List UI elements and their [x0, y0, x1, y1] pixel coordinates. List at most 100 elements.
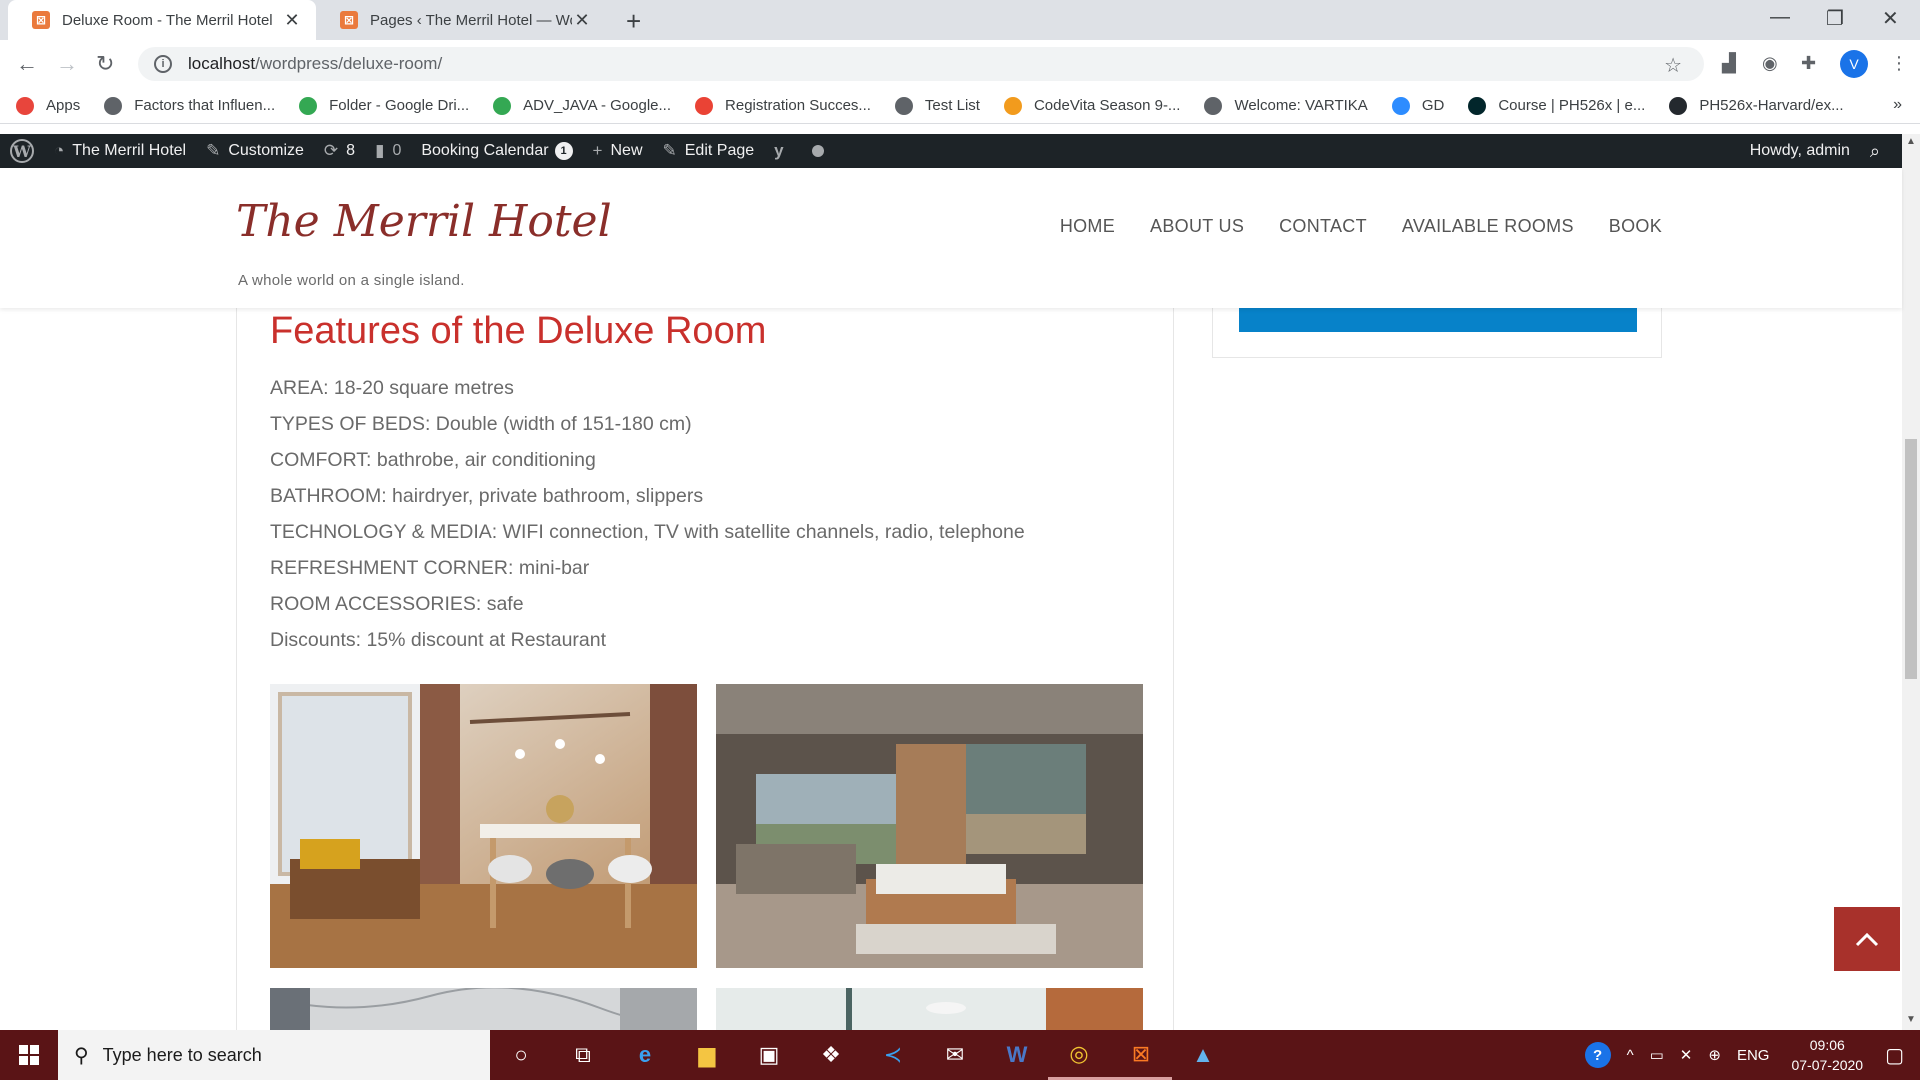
- feature-discounts: Discounts: 15% discount at Restaurant: [270, 629, 607, 651]
- widget-submit-button[interactable]: [1239, 308, 1637, 332]
- bookmark-item[interactable]: Folder - Google Dri...: [299, 96, 469, 115]
- address-bar[interactable]: i localhost/wordpress/deluxe-room/ ☆: [138, 47, 1704, 81]
- forward-arrow-icon[interactable]: →: [56, 51, 78, 77]
- comment-icon: ▮: [375, 141, 385, 160]
- dining-room-image[interactable]: [270, 684, 697, 968]
- wordpress-logo-icon[interactable]: W: [0, 134, 44, 168]
- nav-available-rooms[interactable]: AVAILABLE ROOMS: [1402, 216, 1574, 237]
- bookmark-label: GD: [1421, 97, 1445, 114]
- url-path: /wordpress/deluxe-room/: [255, 54, 443, 73]
- volume-muted-icon[interactable]: ✕: [1680, 1046, 1693, 1064]
- glass-room-image[interactable]: [716, 988, 1143, 1030]
- bookmark-item[interactable]: Apps: [16, 96, 80, 115]
- bookmark-item[interactable]: Course | PH526x | e...: [1468, 96, 1645, 115]
- chrome-icon[interactable]: ◎: [1048, 1030, 1110, 1080]
- nav-book[interactable]: BOOK: [1609, 216, 1662, 237]
- bedroom-image[interactable]: [716, 684, 1143, 968]
- network-globe-icon[interactable]: ⊕: [1708, 1046, 1721, 1064]
- apps-grid-icon: [16, 96, 34, 115]
- admin-booking-calendar[interactable]: Booking Calendar 1: [411, 134, 582, 168]
- bookmark-label: ADV_JAVA - Google...: [523, 97, 672, 114]
- url-host: localhost: [188, 54, 256, 73]
- clock[interactable]: 09:06 07-07-2020: [1791, 1035, 1863, 1075]
- bookmark-item[interactable]: Welcome: VARTIKA: [1204, 96, 1368, 115]
- admin-search-icon[interactable]: ⌕: [1860, 134, 1890, 168]
- mail-icon[interactable]: ✉: [924, 1030, 986, 1080]
- admin-comments[interactable]: ▮ 0: [365, 134, 411, 168]
- new-tab-button[interactable]: +: [626, 6, 641, 37]
- bookmark-label: Factors that Influen...: [134, 97, 276, 114]
- feature-bathroom: BATHROOM: hairdryer, private bathroom, s…: [270, 485, 704, 507]
- language-indicator[interactable]: ENG: [1737, 1047, 1770, 1064]
- profile-avatar[interactable]: V: [1840, 50, 1868, 78]
- edge-icon[interactable]: e: [614, 1030, 676, 1080]
- feature-technology: TECHNOLOGY & MEDIA: WIFI connection, TV …: [270, 521, 1025, 543]
- store-icon[interactable]: ▣: [738, 1030, 800, 1080]
- cortana-icon[interactable]: ○: [490, 1030, 552, 1080]
- taskbar-search-box[interactable]: ⚲ Type here to search: [58, 1030, 490, 1080]
- word-icon[interactable]: W: [986, 1030, 1048, 1080]
- site-header: The Merril Hotel A whole world on a sing…: [0, 168, 1902, 308]
- windows-start-icon[interactable]: [0, 1030, 58, 1080]
- bookmarks-overflow-icon[interactable]: »: [1893, 96, 1902, 114]
- edx-icon: [1468, 96, 1487, 115]
- xampp-favicon-icon: ⊠: [340, 11, 358, 29]
- nav-about-us[interactable]: ABOUT US: [1150, 216, 1244, 237]
- admin-new[interactable]: + New: [583, 134, 653, 168]
- back-arrow-icon[interactable]: ←: [16, 51, 38, 77]
- page-scrollbar[interactable]: ▲ ▼: [1902, 134, 1920, 1030]
- file-explorer-icon[interactable]: ▆: [676, 1030, 738, 1080]
- bookmark-item[interactable]: Factors that Influen...: [104, 96, 276, 115]
- analytics-extension-icon[interactable]: ▟: [1722, 53, 1736, 74]
- battery-icon[interactable]: ▭: [1650, 1046, 1664, 1064]
- site-title[interactable]: The Merril Hotel: [236, 196, 612, 247]
- tab-deluxe-room[interactable]: ⊠ Deluxe Room - The Merril Hotel ✕: [8, 0, 316, 40]
- admin-site-name[interactable]: ◔ The Merril Hotel: [44, 134, 196, 168]
- minimize-icon[interactable]: —: [1770, 6, 1790, 29]
- nav-contact[interactable]: CONTACT: [1279, 216, 1367, 237]
- tab-close-icon[interactable]: ✕: [572, 10, 592, 31]
- site-info-icon[interactable]: i: [154, 55, 172, 73]
- yoast-seo-icon[interactable]: y: [764, 134, 801, 168]
- xampp-icon[interactable]: ⊠: [1110, 1030, 1172, 1080]
- browser-tab-strip: ⊠ Deluxe Room - The Merril Hotel ✕ ⊠ Pag…: [0, 0, 1920, 40]
- bookmark-item[interactable]: ADV_JAVA - Google...: [493, 96, 672, 115]
- puzzle-extensions-icon[interactable]: ✚: [1801, 53, 1816, 74]
- admin-customize[interactable]: ✎ Customize: [196, 134, 314, 168]
- bookmark-item[interactable]: PH526x-Harvard/ex...: [1669, 96, 1844, 115]
- tab-pages[interactable]: ⊠ Pages ‹ The Merril Hotel — Word ✕: [316, 0, 606, 40]
- bookmark-item[interactable]: CodeVita Season 9-...: [1003, 96, 1180, 115]
- seo-status-dot-icon[interactable]: [802, 134, 834, 168]
- bookmark-item[interactable]: Registration Succes...: [695, 96, 871, 115]
- admin-howdy[interactable]: Howdy, admin: [1740, 134, 1860, 168]
- tab-close-icon[interactable]: ✕: [282, 10, 302, 31]
- reload-icon[interactable]: ↻: [96, 51, 114, 77]
- scroll-down-arrow-icon[interactable]: ▼: [1906, 1014, 1916, 1025]
- dropbox-icon[interactable]: ❖: [800, 1030, 862, 1080]
- admin-updates[interactable]: ⟳ 8: [314, 134, 365, 168]
- vscode-icon[interactable]: ≺: [862, 1030, 924, 1080]
- close-window-icon[interactable]: ✕: [1882, 6, 1899, 31]
- restore-icon[interactable]: ❐: [1826, 6, 1844, 31]
- task-view-icon[interactable]: ⧉: [552, 1030, 614, 1080]
- marble-bathroom-image[interactable]: [270, 988, 697, 1030]
- back-to-top-button[interactable]: [1834, 907, 1900, 971]
- feature-comfort: COMFORT: bathrobe, air conditioning: [270, 449, 596, 471]
- help-icon[interactable]: ?: [1584, 1042, 1611, 1068]
- search-icon: ⚲: [74, 1044, 89, 1067]
- taskbar-search-placeholder: Type here to search: [102, 1044, 262, 1065]
- scroll-up-arrow-icon[interactable]: ▲: [1906, 136, 1916, 147]
- bookmark-item[interactable]: Test List: [894, 96, 980, 115]
- bookmark-label: Registration Succes...: [725, 97, 871, 114]
- menu-kebab-icon[interactable]: ⋮: [1890, 53, 1908, 74]
- bookmark-item[interactable]: GD: [1391, 96, 1445, 115]
- circle-extension-icon[interactable]: ◉: [1762, 53, 1778, 74]
- admin-edit-page[interactable]: ✎ Edit Page: [653, 134, 765, 168]
- tray-chevron-icon[interactable]: ^: [1627, 1047, 1634, 1064]
- bookmark-star-icon[interactable]: ☆: [1664, 53, 1682, 78]
- nav-home[interactable]: HOME: [1060, 216, 1115, 237]
- notifications-icon[interactable]: ▢: [1885, 1043, 1904, 1068]
- browser-toolbar: ← → ↻ i localhost/wordpress/deluxe-room/…: [0, 40, 1920, 88]
- scroll-thumb[interactable]: [1905, 439, 1917, 679]
- photos-icon[interactable]: ▲: [1172, 1030, 1234, 1080]
